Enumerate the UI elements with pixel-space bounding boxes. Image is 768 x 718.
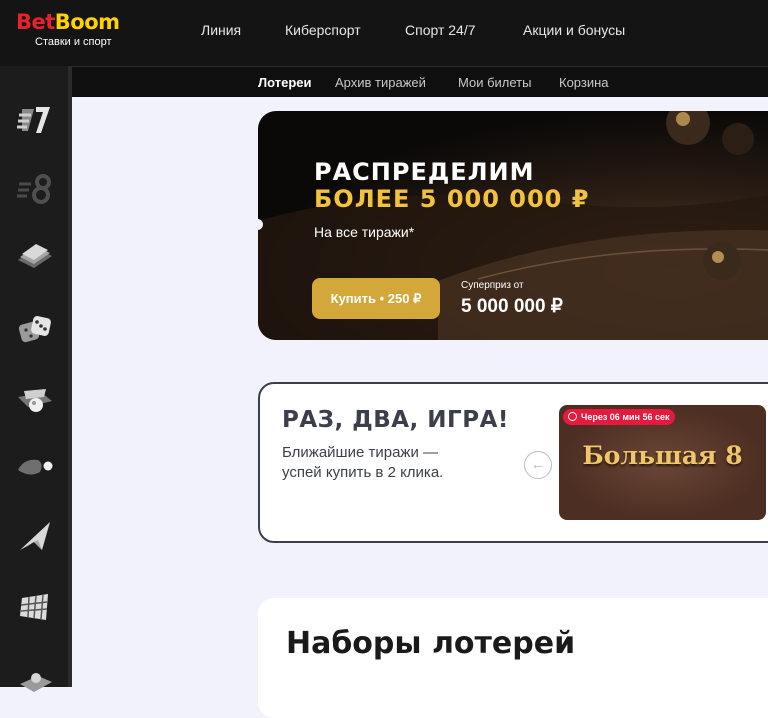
arrow-left-icon[interactable]: ← xyxy=(524,451,552,479)
main-nav: Линия Киберспорт Спорт 24/7 Акции и бону… xyxy=(0,22,768,42)
draw-timer-text: Через 06 мин 56 сек xyxy=(581,412,670,422)
superprize-value: 5 000 000 ₽ xyxy=(461,296,563,317)
paper-plane-icon[interactable] xyxy=(14,516,56,558)
quick-play-card: РАЗ, ДВА, ИГРА! Ближайшие тиражи — успей… xyxy=(258,382,768,543)
promo-subtitle: На все тиражи* xyxy=(314,224,415,240)
nav-item-line[interactable]: Линия xyxy=(201,22,241,38)
toggle-ball-icon[interactable] xyxy=(14,446,56,488)
sidebar-scrollbar[interactable] xyxy=(68,66,72,687)
slot-icon[interactable] xyxy=(14,656,56,698)
subnav-tab-draw-archive[interactable]: Архив тиражей xyxy=(335,75,426,90)
lottery-sets-section: Наборы лотерей xyxy=(258,598,768,718)
subnav-tab-cart[interactable]: Корзина xyxy=(559,75,609,90)
promo-title-line1: РАСПРЕДЕЛИМ xyxy=(314,158,535,186)
superprize-label: Суперприз от xyxy=(461,280,524,291)
quick-play-text-line1: Ближайшие тиражи — xyxy=(282,444,438,461)
dice-icon[interactable] xyxy=(14,309,56,351)
ticket-stack-icon[interactable] xyxy=(14,238,56,280)
draw-timer-badge: Через 06 мин 56 сек xyxy=(563,409,676,425)
top-header: BetBoom Ставки и спорт Линия Киберспорт … xyxy=(0,0,768,66)
promo-banner[interactable]: РАСПРЕДЕЛИМ БОЛЕЕ 5 000 000 ₽ На все тир… xyxy=(258,111,768,340)
lottery-8-icon[interactable] xyxy=(14,168,56,210)
lottery-tile-bolshaya-8[interactable]: Через 06 мин 56 сек Большая 8 xyxy=(559,405,766,520)
nav-item-sport-24-7[interactable]: Спорт 24/7 xyxy=(405,22,476,38)
sidebar xyxy=(0,66,72,692)
scratch-grid-icon[interactable] xyxy=(14,586,56,628)
quick-play-text-line2: успей купить в 2 клика. xyxy=(282,464,444,481)
subnav-tab-my-tickets[interactable]: Мои билеты xyxy=(458,75,531,90)
lottery-tile-name: Большая 8 xyxy=(582,441,743,470)
lottery-ball-icon[interactable] xyxy=(14,379,56,421)
promo-title-line2: БОЛЕЕ 5 000 000 ₽ xyxy=(314,185,590,213)
lottery-subnav: Лотереи Архив тиражей Мои билеты Корзина xyxy=(72,66,768,97)
subnav-tab-lotteries[interactable]: Лотереи xyxy=(258,75,312,90)
buy-ticket-button[interactable]: Купить • 250 ₽ xyxy=(312,278,440,319)
nav-item-promotions[interactable]: Акции и бонусы xyxy=(523,22,625,38)
banner-notch xyxy=(252,219,263,230)
quick-play-title: РАЗ, ДВА, ИГРА! xyxy=(282,407,509,433)
clock-icon xyxy=(568,412,577,421)
lottery-sets-title: Наборы лотерей xyxy=(286,626,576,661)
nav-item-esports[interactable]: Киберспорт xyxy=(285,22,361,38)
lottery-7-icon[interactable] xyxy=(14,99,56,141)
